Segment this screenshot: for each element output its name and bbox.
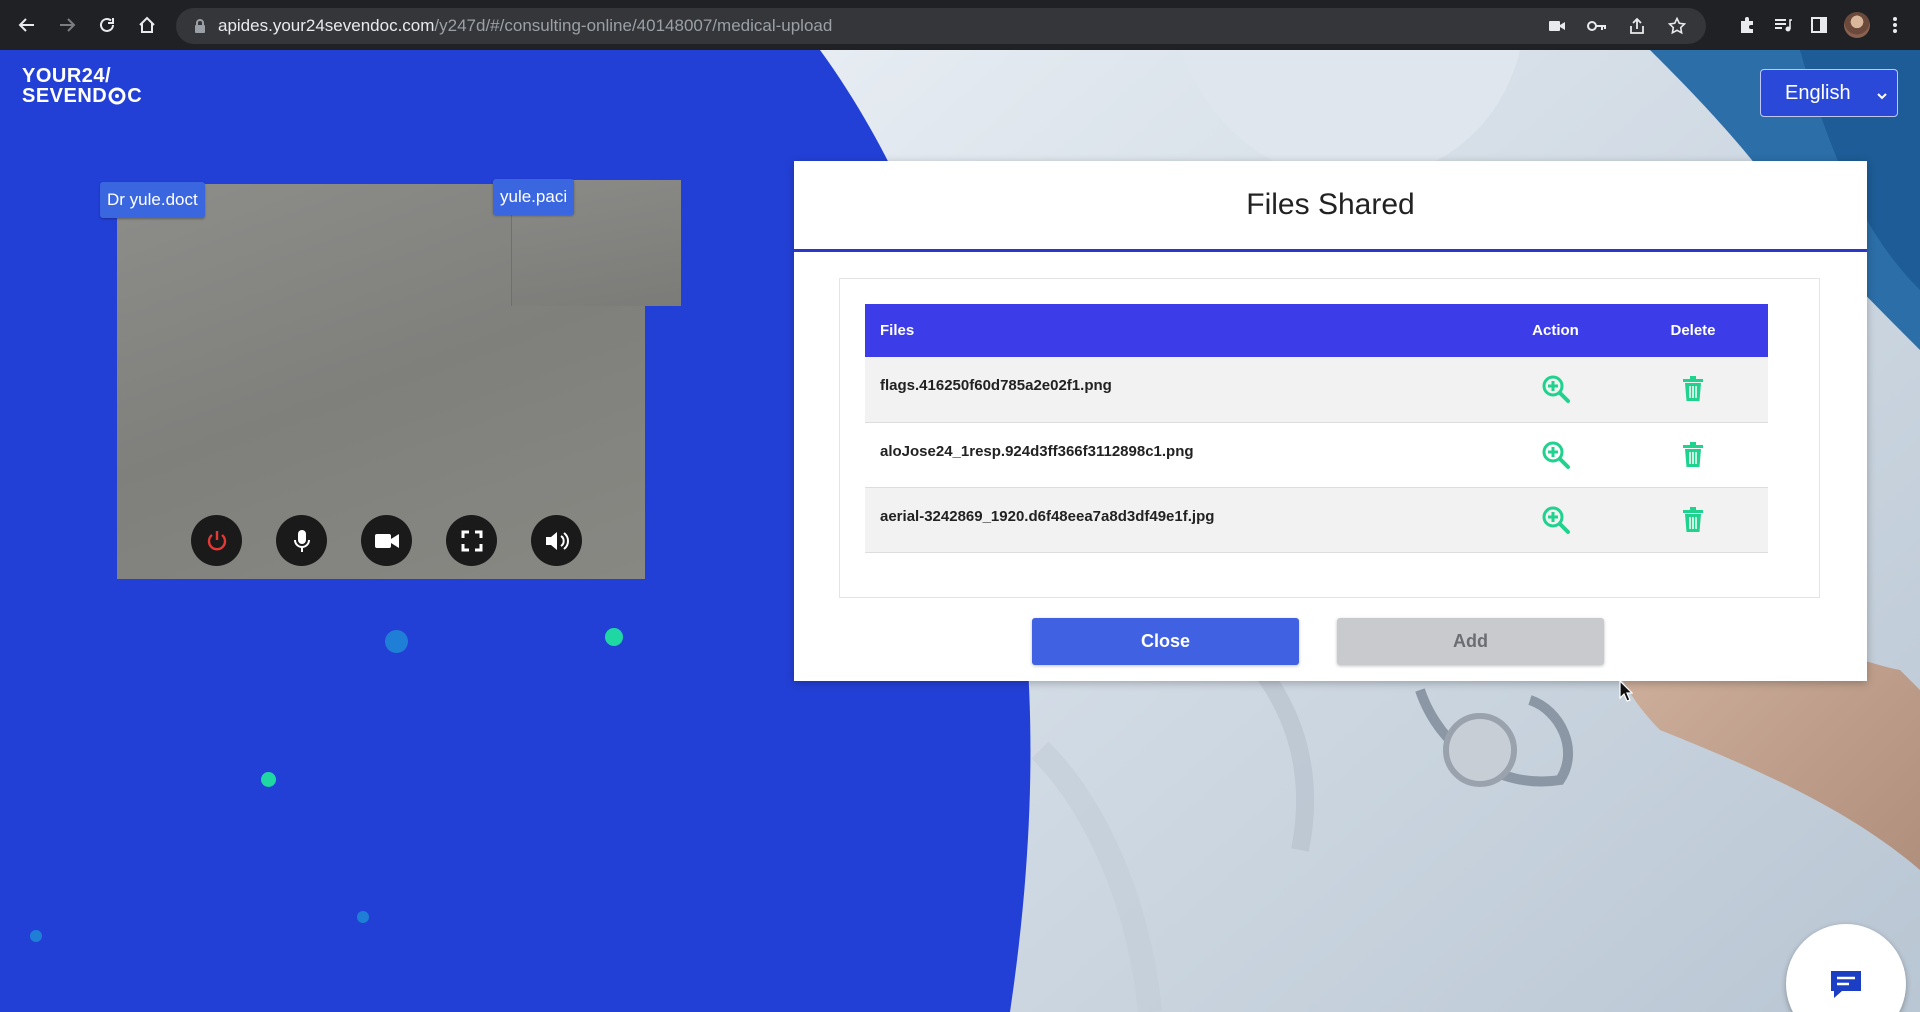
table-row: aerial-3242869_1920.d6f48eea7a8d3df49e1f… [865, 487, 1768, 553]
table-row: flags.416250f60d785a2e02f1.png [865, 357, 1768, 423]
column-header-action: Action [1493, 304, 1618, 357]
zoom-in-icon[interactable] [1540, 439, 1572, 471]
brand-logo-line2: SEVEND [22, 85, 108, 107]
trash-icon[interactable] [1677, 373, 1709, 405]
reload-icon[interactable] [87, 5, 127, 45]
patient-name-tag: yule.paci [493, 179, 575, 215]
table-row: aloJose24_1resp.924d3ff366f3112898c1.png [865, 422, 1768, 488]
camera-button[interactable] [361, 515, 412, 566]
file-name: aloJose24_1resp.924d3ff366f3112898c1.png [865, 422, 1493, 488]
media-queue-icon[interactable] [1772, 14, 1794, 36]
back-icon[interactable] [7, 5, 47, 45]
power-icon [207, 530, 226, 550]
share-icon[interactable] [1626, 15, 1648, 37]
stethoscope-logo-icon [107, 86, 127, 106]
forward-icon[interactable] [47, 5, 87, 45]
language-select[interactable]: English [1760, 69, 1898, 117]
chat-bubble-icon [1831, 971, 1861, 998]
decorative-dot [357, 911, 369, 923]
speaker-icon [545, 531, 569, 550]
file-name: flags.416250f60d785a2e02f1.png [865, 357, 1493, 423]
zoom-in-icon[interactable] [1540, 504, 1572, 536]
dialog-title: Files Shared [1246, 188, 1415, 221]
chevron-down-icon [1875, 86, 1889, 109]
dialog-footer: Close Add [794, 618, 1867, 668]
column-header-files: Files [865, 304, 1493, 357]
trash-icon[interactable] [1677, 504, 1709, 536]
files-shared-dialog: Files Shared Files Action Delete flags.4… [794, 161, 1867, 681]
more-menu-icon[interactable] [1884, 14, 1906, 36]
microphone-button[interactable] [276, 515, 327, 566]
brand-logo-line2-end: C [127, 85, 143, 107]
url-path: /y247d/#/consulting-online/40148007/medi… [434, 16, 833, 35]
home-icon[interactable] [127, 5, 167, 45]
extensions-icon[interactable] [1736, 14, 1758, 36]
address-bar[interactable]: apides.your24sevendoc.com/y247d/#/consul… [176, 8, 1706, 44]
trash-icon[interactable] [1677, 439, 1709, 471]
key-icon[interactable] [1586, 15, 1608, 37]
profile-avatar[interactable] [1844, 12, 1870, 38]
url-host: apides.your24sevendoc.com [218, 16, 435, 35]
bookmark-star-icon[interactable] [1666, 15, 1688, 37]
speaker-button[interactable] [531, 515, 582, 566]
microphone-icon [293, 529, 310, 552]
language-selected: English [1785, 81, 1851, 104]
call-controls [191, 515, 582, 566]
browser-toolbar: apides.your24sevendoc.com/y247d/#/consul… [0, 0, 1920, 50]
brand-logo[interactable]: YOUR24/ SEVEND C [22, 66, 142, 106]
files-table: Files Action Delete flags.416250f60d785a… [865, 304, 1768, 553]
side-panel-icon[interactable] [1808, 14, 1830, 36]
decorative-dot [605, 628, 623, 646]
column-header-delete: Delete [1618, 304, 1768, 357]
decorative-dot [261, 772, 276, 787]
add-button[interactable]: Add [1337, 618, 1604, 665]
zoom-in-icon[interactable] [1540, 373, 1572, 405]
decorative-dot [30, 930, 42, 942]
lock-icon[interactable] [190, 16, 210, 36]
consultation-page: YOUR24/ SEVEND C English Dr yule.doct yu… [0, 50, 1920, 1012]
file-name: aerial-3242869_1920.d6f48eea7a8d3df49e1f… [865, 487, 1493, 553]
brand-logo-line1: YOUR24/ [22, 65, 112, 87]
files-card: Files Action Delete flags.416250f60d785a… [839, 278, 1820, 598]
mouse-cursor [1619, 680, 1633, 702]
decorative-dot [385, 630, 408, 653]
camera-blocked-icon[interactable] [1546, 15, 1568, 37]
dialog-header: Files Shared [794, 161, 1867, 252]
fullscreen-button[interactable] [446, 515, 497, 566]
video-camera-icon [374, 533, 399, 548]
doctor-name-tag: Dr yule.doct [100, 182, 205, 218]
close-button[interactable]: Close [1032, 618, 1299, 665]
fullscreen-icon [461, 530, 482, 551]
end-call-button[interactable] [191, 515, 242, 566]
